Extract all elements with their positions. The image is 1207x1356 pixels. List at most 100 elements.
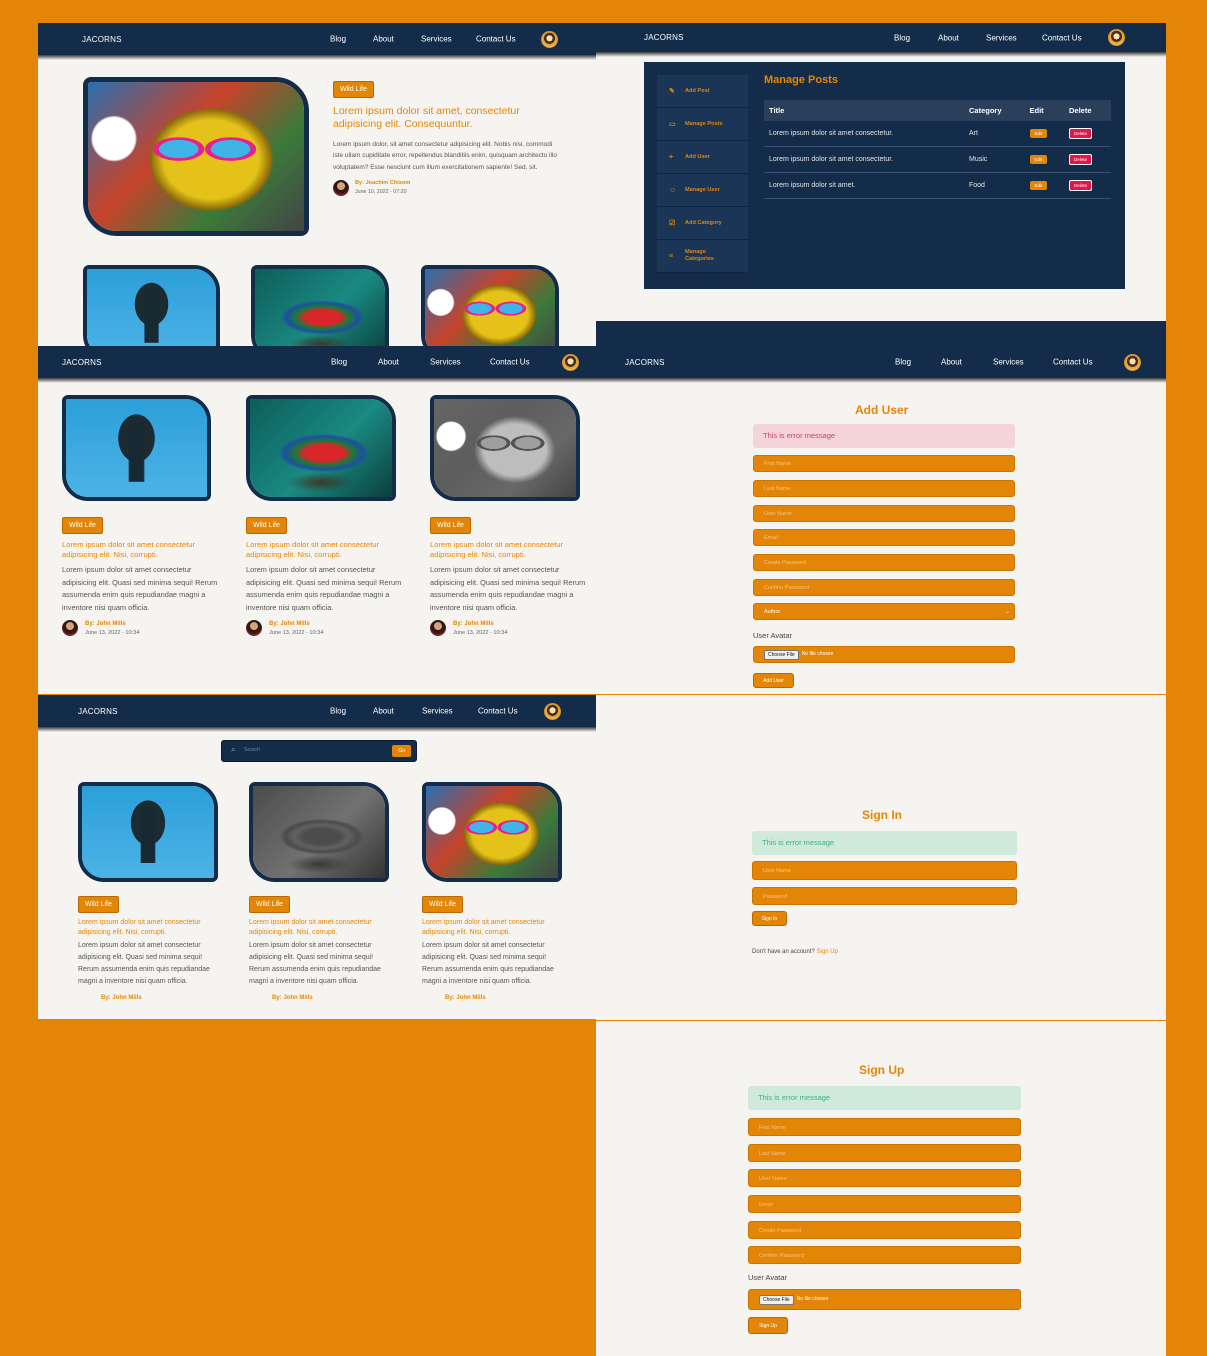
post-image[interactable]: [430, 395, 580, 501]
avatar-file-input[interactable]: Choose File No file chosen: [753, 646, 1015, 663]
nav-blog[interactable]: Blog: [895, 358, 911, 367]
nav-blog[interactable]: Blog: [331, 358, 347, 367]
sidebar-item-add-category[interactable]: ☑ Add Category: [657, 207, 748, 240]
post-image[interactable]: [62, 395, 211, 501]
post-date: June 13, 2022 - 10:34: [453, 629, 508, 636]
post-title[interactable]: Lorem ipsum dolor sit amet consectetur a…: [249, 918, 394, 937]
profile-avatar[interactable]: [541, 30, 558, 48]
navbar: JACORNS Blog About Services Contact Us: [38, 346, 596, 383]
nav-about[interactable]: About: [938, 33, 959, 42]
nav-about[interactable]: About: [373, 35, 394, 44]
post-thumbnail[interactable]: [83, 265, 220, 346]
nav-contact[interactable]: Contact Us: [1053, 358, 1093, 367]
profile-avatar[interactable]: [544, 702, 561, 720]
nav-services[interactable]: Services: [421, 35, 452, 44]
category-tag[interactable]: Wild Life: [62, 517, 103, 534]
post-image[interactable]: [246, 395, 396, 501]
brand-logo[interactable]: JACORNS: [82, 35, 122, 44]
search-input[interactable]: Search: [244, 747, 260, 753]
category-tag[interactable]: Wild Life: [249, 896, 290, 913]
nav-contact[interactable]: Contact Us: [478, 707, 518, 716]
sidebar-item-add-user[interactable]: + Add User: [657, 141, 748, 174]
category-tag[interactable]: Wild Life: [78, 896, 119, 913]
brand-logo[interactable]: JACORNS: [78, 707, 118, 716]
search-go-button[interactable]: Go: [392, 745, 411, 757]
sidebar-item-manage-categories[interactable]: ≡ Manage Categories: [657, 240, 748, 273]
edit-button[interactable]: Edit: [1029, 129, 1048, 138]
choose-file-button[interactable]: Choose File: [759, 1294, 794, 1305]
search-bar: ⌕ Search Go: [221, 740, 417, 762]
first-name-input[interactable]: First Name: [753, 455, 1015, 472]
last-name-input[interactable]: Last Name: [753, 480, 1015, 497]
post-title[interactable]: Lorem ipsum dolor sit amet consectetur a…: [422, 918, 567, 937]
add-user-button[interactable]: Add User: [753, 673, 794, 688]
nav-contact[interactable]: Contact Us: [476, 35, 516, 44]
nav-about[interactable]: About: [373, 707, 394, 716]
delete-button[interactable]: Delete: [1069, 128, 1093, 139]
nav-contact[interactable]: Contact Us: [1042, 33, 1082, 42]
nav-about[interactable]: About: [378, 358, 399, 367]
post-title[interactable]: Lorem ipsum dolor sit amet consectetur a…: [246, 540, 406, 560]
confirm-password-input[interactable]: Confirm Password: [748, 1246, 1021, 1264]
category-tag[interactable]: Wild Life: [422, 896, 463, 913]
sign-up-button[interactable]: Sign Up: [748, 1317, 788, 1334]
confirm-password-input[interactable]: Confirm Password: [753, 579, 1015, 596]
create-password-input[interactable]: Create Password: [748, 1221, 1021, 1239]
sidebar-item-manage-posts[interactable]: ▭ Manage Posts: [657, 108, 748, 141]
author-name: By: Joachim Chisom: [355, 180, 411, 187]
avatar-file-input[interactable]: Choose File No file chosen: [748, 1289, 1021, 1310]
create-password-input[interactable]: Create Password: [753, 554, 1015, 571]
nav-services[interactable]: Services: [422, 707, 453, 716]
nav-services[interactable]: Services: [993, 358, 1024, 367]
email-input[interactable]: Email: [748, 1195, 1021, 1213]
username-input[interactable]: User Name: [748, 1169, 1021, 1187]
nav-contact[interactable]: Contact Us: [490, 358, 530, 367]
nav-blog[interactable]: Blog: [330, 35, 346, 44]
sidebar-item-manage-user[interactable]: ☺ Manage User: [657, 174, 748, 207]
category-tag[interactable]: Wild Life: [430, 517, 471, 534]
role-select[interactable]: Author ⌄: [753, 603, 1015, 620]
nav-about[interactable]: About: [941, 358, 962, 367]
edit-button[interactable]: Edit: [1029, 181, 1048, 190]
delete-button[interactable]: Delete: [1069, 180, 1093, 191]
brand-logo[interactable]: JACORNS: [625, 358, 665, 367]
sidebar-item-add-post[interactable]: ✎ Add Post: [657, 75, 748, 108]
username-input[interactable]: User Name: [753, 505, 1015, 522]
choose-file-button[interactable]: Choose File: [764, 649, 799, 660]
post-image[interactable]: [78, 782, 218, 882]
profile-avatar[interactable]: [1108, 29, 1125, 46]
brand-logo[interactable]: JACORNS: [62, 358, 102, 367]
sign-in-button[interactable]: Sign In: [752, 911, 787, 926]
password-input[interactable]: Password: [752, 887, 1017, 905]
profile-avatar[interactable]: [1124, 353, 1141, 371]
featured-image[interactable]: [83, 77, 309, 236]
post-image[interactable]: [249, 782, 389, 882]
nav-services[interactable]: Services: [430, 358, 461, 367]
post-image[interactable]: [422, 782, 562, 882]
post-title[interactable]: Lorem ipsum dolor sit amet consectetur a…: [430, 540, 590, 560]
post-date: June 13, 2022 - 10:34: [85, 629, 140, 636]
posts-table: Title Category Edit Delete Lorem ipsum d…: [764, 100, 1111, 199]
delete-button[interactable]: Delete: [1069, 154, 1093, 165]
category-tag[interactable]: Wild Life: [333, 81, 374, 98]
sign-up-link[interactable]: Sign Up: [817, 949, 838, 955]
last-name-input[interactable]: Last Name: [748, 1144, 1021, 1162]
profile-avatar[interactable]: [562, 353, 579, 371]
post-thumbnail[interactable]: [421, 265, 559, 346]
featured-title[interactable]: Lorem ipsum dolor sit amet, consectetur …: [333, 105, 558, 131]
nav-blog[interactable]: Blog: [330, 707, 346, 716]
category-tag[interactable]: Wild Life: [246, 517, 287, 534]
username-input[interactable]: User Name: [752, 861, 1017, 880]
nav-services[interactable]: Services: [986, 33, 1017, 42]
nav-blog[interactable]: Blog: [894, 33, 910, 42]
post-thumbnail[interactable]: [251, 265, 389, 346]
form-title: Add User: [855, 403, 909, 417]
brand-logo[interactable]: JACORNS: [644, 33, 684, 42]
author-avatar: [333, 179, 349, 196]
author-name: By: John Mills: [85, 620, 126, 627]
edit-button[interactable]: Edit: [1029, 155, 1048, 164]
email-input[interactable]: Email: [753, 529, 1015, 546]
post-title[interactable]: Lorem ipsum dolor sit amet consectetur a…: [78, 918, 223, 937]
post-title[interactable]: Lorem ipsum dolor sit amet consectetur a…: [62, 540, 222, 560]
first-name-input[interactable]: First Name: [748, 1118, 1021, 1136]
